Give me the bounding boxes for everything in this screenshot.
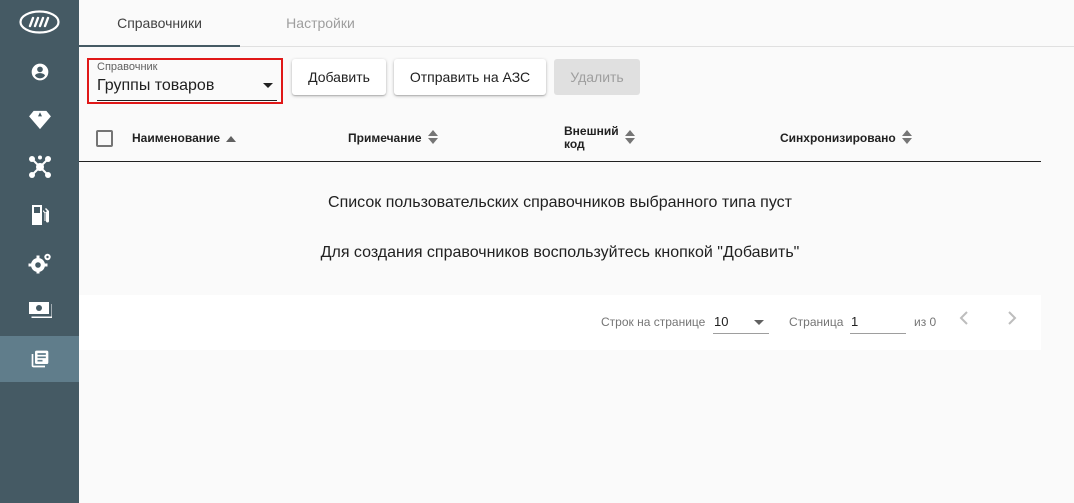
sidebar-item-library[interactable] [0,336,79,382]
chevron-left-icon [959,310,969,330]
dropdown-arrow-icon [754,320,764,325]
dropdown-arrow-icon [263,83,273,88]
brand-logo[interactable] [19,10,60,34]
sidebar-item-gas-station[interactable] [0,192,79,238]
column-label-line2: код [564,137,585,151]
gas-station-icon [30,204,50,226]
sort-ascending-icon [226,131,237,145]
directory-select-label: Справочник [97,61,158,73]
sidebar [0,0,79,503]
account-icon [30,62,50,82]
previous-page-button[interactable] [952,308,976,332]
sidebar-item-network[interactable] [0,144,79,190]
diamond-icon [28,110,51,130]
tab-settings[interactable]: Настройки [240,0,401,46]
empty-state-message: Список пользовательских справочников выб… [328,194,792,211]
sort-icon [901,129,912,147]
select-underline [97,100,277,101]
column-label-line1: Внешний [564,124,619,138]
sidebar-item-diamond[interactable] [0,97,79,143]
page-count-label: из 0 [914,315,937,329]
column-header-note[interactable]: Примечание [348,115,438,161]
sidebar-item-settings[interactable] [0,240,79,286]
sort-icon [427,129,438,147]
chevron-right-icon [1007,310,1017,330]
column-label: Наименование [132,130,221,145]
send-to-station-button[interactable]: Отправить на АЗС [394,59,546,95]
rows-select-underline [713,333,769,334]
empty-state-hint: Для создания справочников воспользуйтесь… [320,244,800,261]
cash-icon [28,301,52,321]
network-icon [28,155,52,179]
sidebar-item-account[interactable] [0,49,79,95]
select-all-checkbox[interactable] [96,130,113,147]
add-button[interactable]: Добавить [292,59,386,95]
page-input-underline [850,333,906,334]
sidebar-item-cash[interactable] [0,288,79,334]
settings-icon [28,252,52,274]
rows-per-page-value: 10 [714,314,729,329]
delete-button: Удалить [554,59,640,95]
page-label: Страница [789,315,844,329]
column-header-external-code[interactable]: Внешний код [564,115,635,161]
library-books-icon [30,349,50,369]
tab-bar: Справочники Настройки [79,0,1074,47]
page-input-value: 1 [851,314,859,329]
table-header: Наименование Примечание Внешний код Синх… [79,115,1041,162]
sort-icon [624,129,635,147]
rows-per-page-label: Строк на странице [601,315,706,329]
column-label: Внешний код [564,125,619,151]
directory-select[interactable]: Справочник Группы товаров [87,58,283,104]
column-label: Синхронизировано [780,130,896,145]
next-page-button[interactable] [1000,308,1024,332]
main-content: Справочники Настройки Справочник Группы … [79,0,1074,503]
column-label: Примечание [348,130,422,145]
paginator: Строк на странице 10 Страница 1 из 0 [79,295,1041,350]
column-header-synced[interactable]: Синхронизировано [780,115,912,161]
directory-select-value: Группы товаров [97,77,215,94]
tab-directories[interactable]: Справочники [79,0,240,47]
column-header-name[interactable]: Наименование [132,115,237,161]
